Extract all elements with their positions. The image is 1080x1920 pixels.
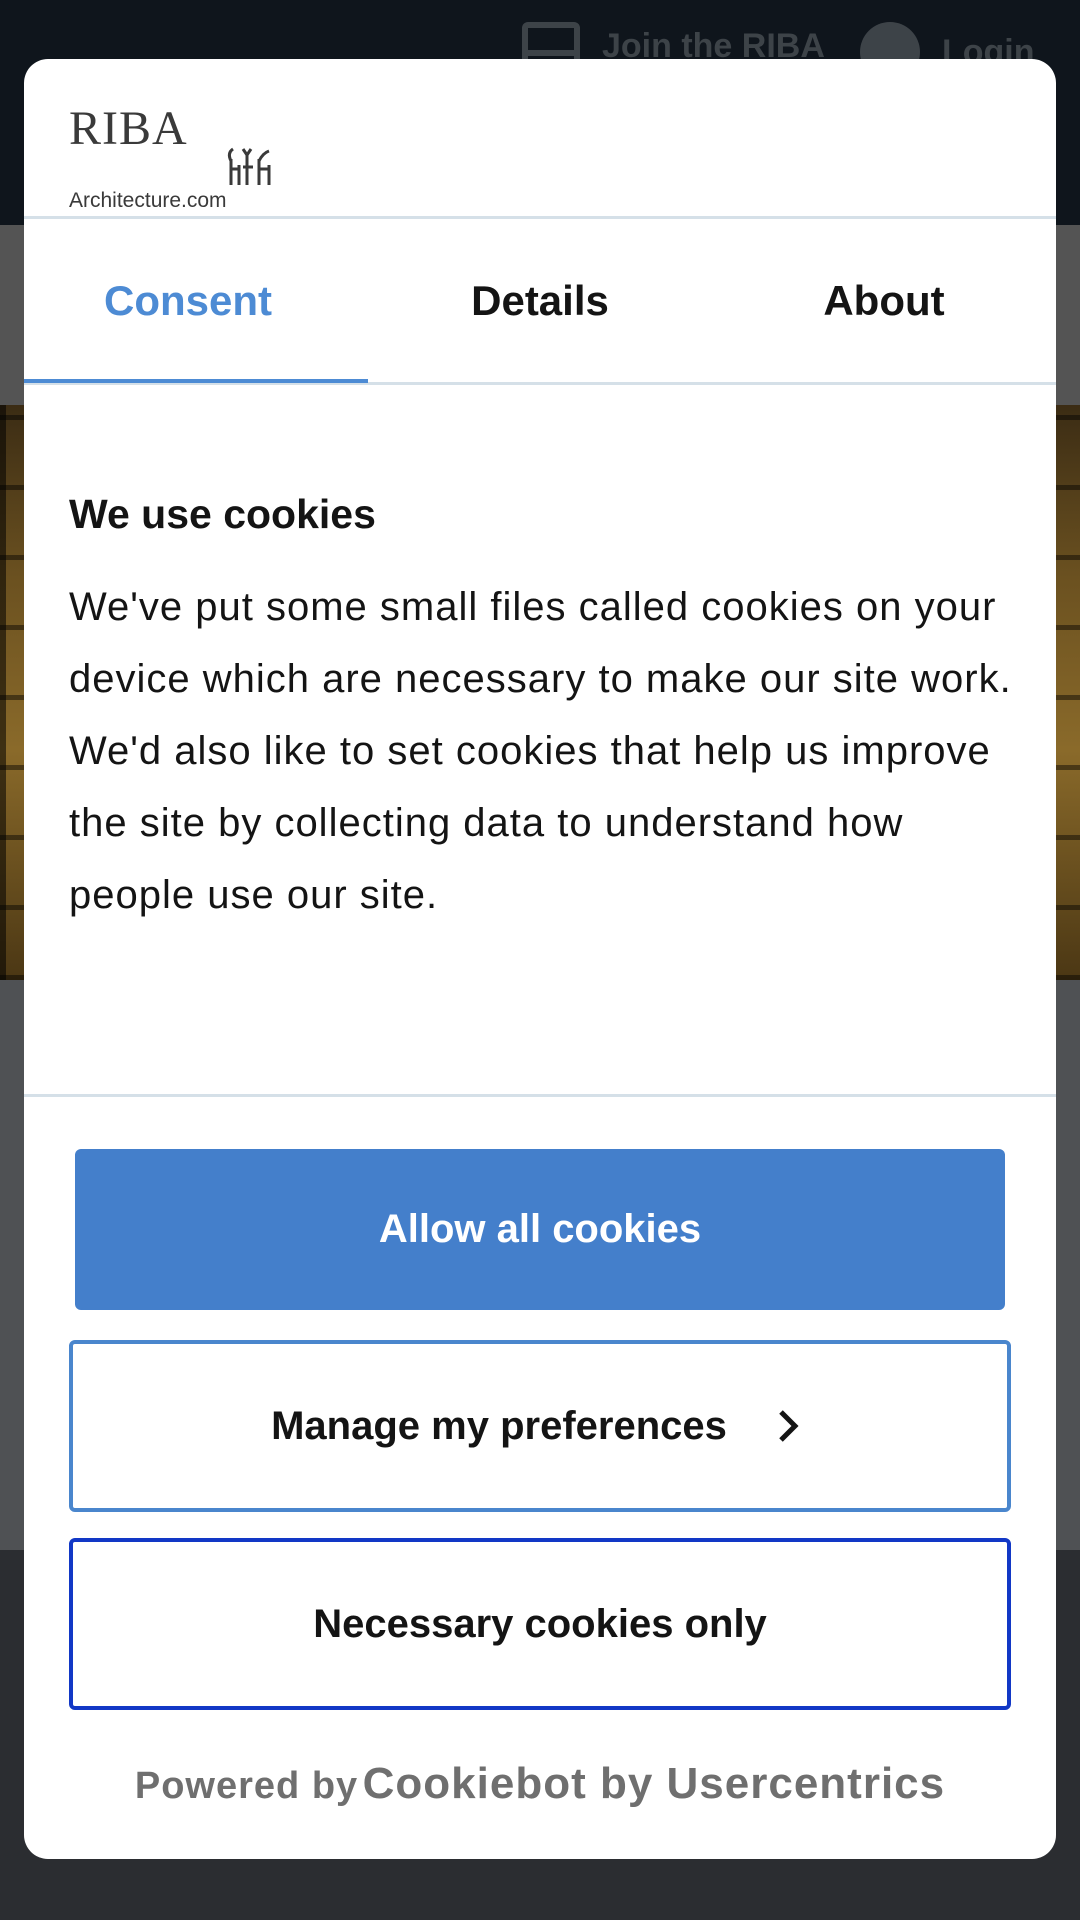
logo-site-name: Architecture.com: [69, 189, 227, 212]
logo-wordmark: RIBA: [69, 102, 188, 155]
tab-consent[interactable]: Consent: [24, 277, 360, 325]
riba-logo: RIBA Architecture.com: [69, 101, 271, 212]
chevron-right-icon: [773, 1408, 809, 1444]
powered-by-text: Powered by: [134, 1765, 359, 1807]
consent-description: We've put some small files called cookie…: [69, 585, 1012, 917]
cookie-consent-dialog: RIBA Architecture.com Consent Details Ab…: [24, 59, 1056, 1859]
divider: [24, 216, 1056, 219]
active-tab-indicator: [24, 379, 368, 383]
divider: [24, 1094, 1056, 1097]
cookiebot-brand: Cookiebot by Usercentrics: [362, 1759, 946, 1808]
allow-all-cookies-button[interactable]: Allow all cookies: [75, 1149, 1005, 1310]
tab-about[interactable]: About: [712, 277, 1056, 325]
necessary-cookies-only-button[interactable]: Necessary cookies only: [69, 1538, 1011, 1710]
consent-heading: We use cookies: [69, 491, 376, 537]
manage-label: Manage my preferences: [271, 1403, 727, 1448]
powered-by-link[interactable]: Powered by Cookiebot by Usercentrics: [24, 1759, 1056, 1809]
tab-details[interactable]: Details: [368, 277, 712, 325]
manage-preferences-button[interactable]: Manage my preferences: [69, 1340, 1011, 1512]
allow-all-label: Allow all cookies: [378, 1207, 702, 1251]
heraldic-beasts-icon: [227, 147, 271, 185]
necessary-label: Necessary cookies only: [313, 1601, 767, 1646]
